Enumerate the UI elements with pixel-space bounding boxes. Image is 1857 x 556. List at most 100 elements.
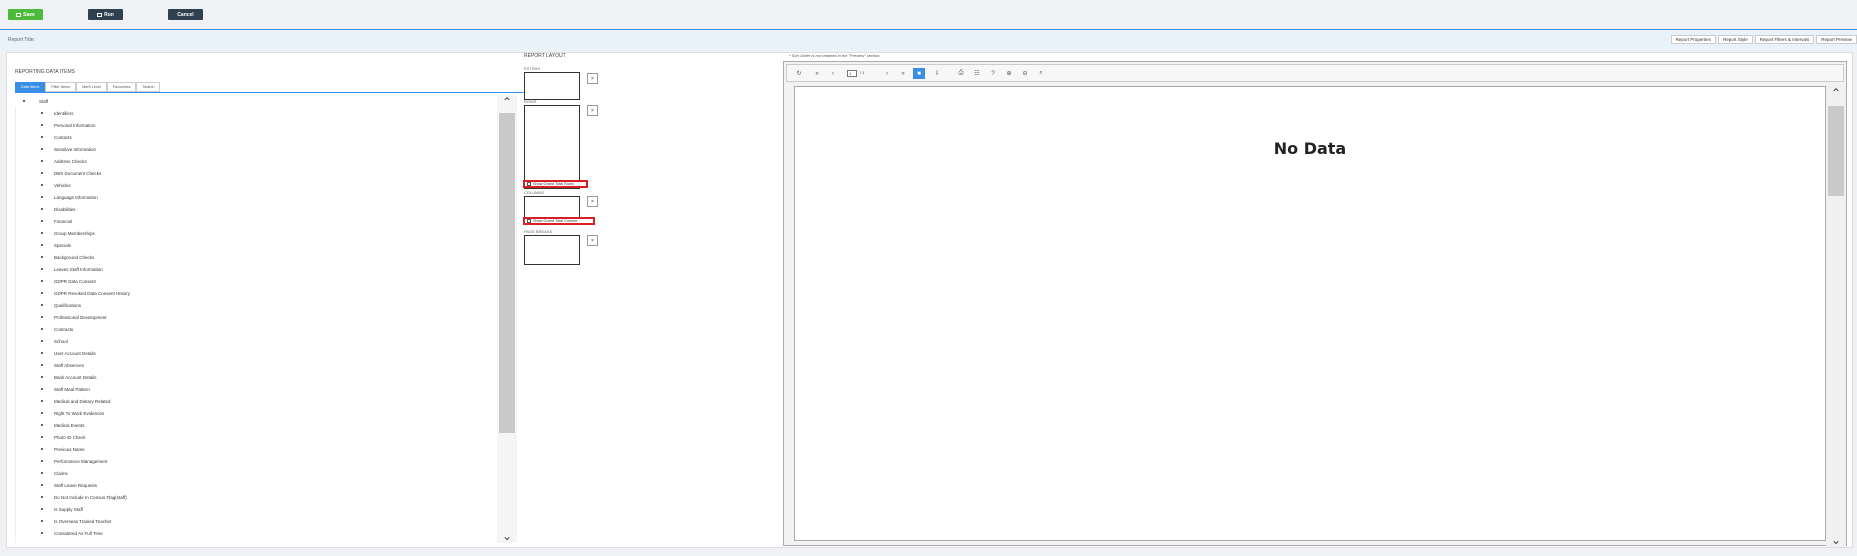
scroll-up-icon[interactable]: ⌃	[497, 95, 517, 109]
tab-filter-items[interactable]: Filter Items	[45, 82, 77, 92]
tab-data-items[interactable]: Data Items	[15, 82, 46, 92]
tree-item[interactable]: Bank Account Details	[41, 371, 97, 383]
expand-bullet-icon[interactable]	[41, 172, 43, 174]
expand-bullet-icon[interactable]	[41, 160, 43, 162]
tree-item[interactable]: Sensitive Information	[41, 143, 96, 155]
tree-item[interactable]: Performance Management	[41, 455, 107, 467]
expand-bullet-icon[interactable]	[41, 436, 43, 438]
next-page-icon[interactable]: ›	[881, 68, 893, 79]
tree-item[interactable]: DBS Document Checks	[41, 167, 101, 179]
zoom-out-icon[interactable]: ⊖	[1019, 68, 1031, 79]
expand-bullet-icon[interactable]	[41, 424, 43, 426]
tree-item[interactable]: Staff Absences	[41, 359, 84, 371]
extras-remove-button[interactable]: ×	[587, 73, 598, 84]
last-page-icon[interactable]: »	[897, 68, 909, 79]
tree-item[interactable]: Contracts	[41, 323, 73, 335]
show-grand-total-rows-checkbox[interactable]: Show Grand Total Rows	[523, 180, 588, 188]
expand-bullet-icon[interactable]	[41, 316, 43, 318]
run-button[interactable]: Run	[88, 9, 123, 20]
tree-item[interactable]: GDPR Revoked Data Consent History	[41, 287, 130, 299]
tree-item[interactable]: Leaves Staff Information	[41, 263, 103, 275]
expand-bullet-icon[interactable]	[41, 400, 43, 402]
tree-item[interactable]: Vehicles	[41, 179, 71, 191]
scroll-down-icon[interactable]: ⌄	[1826, 533, 1846, 547]
tree-item[interactable]: Qualifications	[41, 299, 81, 311]
tab-favourites[interactable]: Favourites	[106, 82, 137, 92]
scroll-up-icon[interactable]: ⌃	[1826, 86, 1846, 100]
tree-item[interactable]: Considered As Full Time	[41, 527, 103, 539]
expand-bullet-icon[interactable]	[41, 220, 43, 222]
expand-bullet-icon[interactable]	[41, 136, 43, 138]
search-icon[interactable]: ⌕	[1035, 68, 1047, 79]
help-icon[interactable]: ?	[987, 68, 999, 79]
extras-drop-zone[interactable]	[524, 72, 580, 100]
scroll-thumb[interactable]	[499, 113, 515, 433]
zoom-in-icon[interactable]: ⊕	[1003, 68, 1015, 79]
rows-drop-zone[interactable]	[524, 105, 580, 189]
expand-bullet-icon[interactable]	[41, 112, 43, 114]
expand-bullet-icon[interactable]	[41, 292, 43, 294]
expand-bullet-icon[interactable]	[41, 280, 43, 282]
columns-remove-button[interactable]: ×	[587, 196, 598, 207]
scroll-thumb[interactable]	[1828, 106, 1844, 196]
tree-item[interactable]: Disabilities	[41, 203, 76, 215]
expand-bullet-icon[interactable]	[41, 520, 43, 522]
expand-bullet-icon[interactable]	[41, 268, 43, 270]
refresh-icon[interactable]: ↻	[793, 68, 805, 79]
tree-item[interactable]: Financial	[41, 215, 72, 227]
tree-item[interactable]: Is Overseas Trained Teacher	[41, 515, 111, 527]
expand-bullet-icon[interactable]	[41, 340, 43, 342]
export-icon[interactable]: ⇩	[931, 68, 943, 79]
page-setup-icon[interactable]: ☷	[971, 68, 983, 79]
page-breaks-remove-button[interactable]: ×	[587, 235, 598, 246]
tree-item[interactable]: User Account Details	[41, 347, 96, 359]
tree-item[interactable]: Identifiers	[41, 107, 74, 119]
print-icon[interactable]: ⎙	[955, 68, 967, 79]
expand-bullet-icon[interactable]	[41, 304, 43, 306]
expand-bullet-icon[interactable]	[41, 376, 43, 378]
expand-bullet-icon[interactable]	[41, 508, 43, 510]
expand-bullet-icon[interactable]	[41, 148, 43, 150]
prev-page-icon[interactable]: ‹	[827, 68, 839, 79]
rows-remove-button[interactable]: ×	[587, 105, 598, 116]
tree-item[interactable]: Medical Events	[41, 419, 85, 431]
expand-bullet-icon[interactable]	[41, 472, 43, 474]
expand-bullet-icon[interactable]	[41, 364, 43, 366]
expand-bullet-icon[interactable]	[41, 232, 43, 234]
tree-item[interactable]: Do Not Include In Census Flag(staff)	[41, 491, 127, 503]
tree-item[interactable]: Language Information	[41, 191, 98, 203]
tree-item[interactable]: Medical and Dietary Related	[41, 395, 111, 407]
tree-root-staff[interactable]: Staff	[23, 95, 48, 107]
tree-item[interactable]: Is Supply Staff	[41, 503, 83, 515]
expand-bullet-icon[interactable]	[41, 448, 43, 450]
tree-item[interactable]: Right To Work Evidences	[41, 407, 104, 419]
tree-scrollbar[interactable]: ⌃ ⌄	[497, 95, 517, 543]
first-page-icon[interactable]: «	[811, 68, 823, 79]
expand-bullet-icon[interactable]	[41, 124, 43, 126]
expand-bullet-icon[interactable]	[41, 256, 43, 258]
expand-bullet-icon[interactable]	[41, 196, 43, 198]
tree-item[interactable]: Staff Leave Requests	[41, 479, 97, 491]
tree-item[interactable]: Group Memberships	[41, 227, 95, 239]
expand-bullet-icon[interactable]	[41, 460, 43, 462]
tree-item[interactable]: Specials	[41, 239, 71, 251]
expand-bullet-icon[interactable]	[41, 412, 43, 414]
tab-report-filters[interactable]: Report Filters & Intervals	[1754, 35, 1815, 44]
tree-item[interactable]: Personal Information	[41, 119, 96, 131]
expand-bullet-icon[interactable]	[41, 328, 43, 330]
save-button[interactable]: Save	[8, 9, 43, 20]
tab-report-properties[interactable]: Report Properties	[1670, 35, 1716, 44]
tree-item[interactable]: School	[41, 335, 68, 347]
tab-report-preview[interactable]: Report Preview	[1816, 35, 1857, 44]
tree-item[interactable]: Professional Development	[41, 311, 107, 323]
tree-item[interactable]: Claims	[41, 467, 68, 479]
print-layout-icon[interactable]: ■	[913, 68, 925, 79]
expand-bullet-icon[interactable]	[41, 184, 43, 186]
tree-item[interactable]: Photo ID Check	[41, 431, 86, 443]
tree-item[interactable]: Previous Name	[41, 443, 85, 455]
expand-bullet-icon[interactable]	[41, 532, 43, 534]
tab-search[interactable]: Search	[136, 82, 161, 92]
tab-merit-level[interactable]: Merit Level	[76, 82, 107, 92]
expand-bullet-icon[interactable]	[41, 352, 43, 354]
show-grand-total-columns-checkbox[interactable]: Show Grand Total Column	[523, 217, 595, 225]
